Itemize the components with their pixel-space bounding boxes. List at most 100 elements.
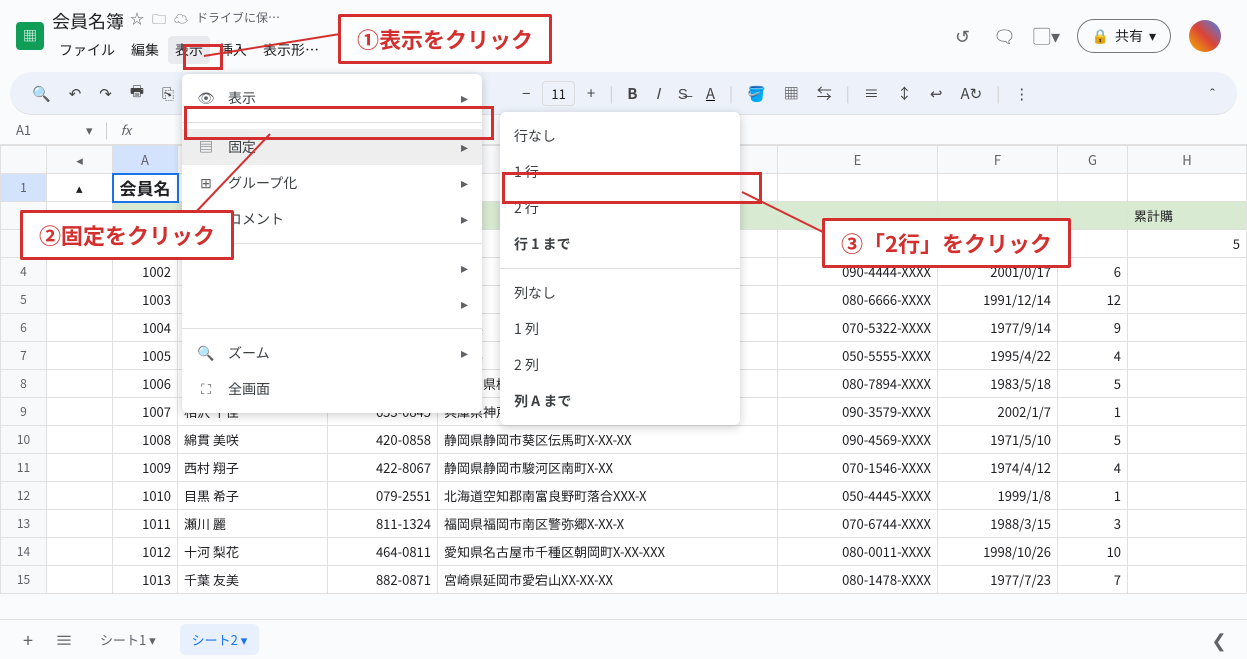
cell[interactable]: 5 (1058, 426, 1128, 454)
col-header[interactable]: A (113, 146, 178, 174)
col-header[interactable]: G (1058, 146, 1128, 174)
row-header[interactable]: 14 (1, 538, 47, 566)
row-header[interactable]: 7 (1, 342, 47, 370)
menu-hidden2[interactable]: ▸ (182, 286, 482, 322)
row-header[interactable]: 1 (1, 174, 47, 202)
fill-color-icon[interactable]: 🪣 (741, 79, 772, 108)
cell[interactable]: 1007 (113, 398, 178, 426)
cell[interactable]: 5 (1058, 370, 1128, 398)
freeze-no-cols[interactable]: 列なし (500, 275, 740, 311)
cell[interactable]: 1009 (113, 454, 178, 482)
plus-icon[interactable]: + (581, 79, 601, 108)
undo-icon[interactable]: ↶ (63, 79, 88, 108)
row-caret[interactable]: ▴ (47, 174, 113, 202)
cell[interactable]: 080-1478-XXXX (778, 566, 938, 594)
cell[interactable]: 070-6744-XXXX (778, 510, 938, 538)
row-header[interactable]: 15 (1, 566, 47, 594)
cell[interactable]: 050-5555-XXXX (778, 342, 938, 370)
menu-edit[interactable]: 編集 (124, 36, 166, 64)
all-sheets-icon[interactable]: ≡ (52, 628, 76, 652)
cell[interactable]: 7 (1058, 566, 1128, 594)
cell[interactable]: 1012 (113, 538, 178, 566)
explore-icon[interactable]: ❮ (1207, 628, 1231, 652)
sheet-tab[interactable]: シート2 ▾ (180, 624, 260, 655)
cell[interactable]: 1006 (113, 370, 178, 398)
cell[interactable]: 080-6666-XXXX (778, 286, 938, 314)
bold-icon[interactable]: B (621, 79, 643, 108)
cell[interactable]: 079-2551 (328, 482, 438, 510)
cell[interactable]: 1008 (113, 426, 178, 454)
cell[interactable]: 090-3579-XXXX (778, 398, 938, 426)
cell[interactable]: 1 (1058, 482, 1128, 510)
cell[interactable]: 1977/7/23 (938, 566, 1058, 594)
cell[interactable]: 1991/12/14 (938, 286, 1058, 314)
redo-icon[interactable]: ↷ (93, 79, 118, 108)
search-icon[interactable]: 🔍 (26, 79, 57, 108)
rotate-icon[interactable]: A↻ (954, 79, 988, 108)
cell[interactable]: 西村 翔子 (178, 454, 328, 482)
doc-title[interactable]: 会員名簿 (52, 8, 124, 34)
cell[interactable]: 9 (1058, 314, 1128, 342)
cell[interactable]: 080-7894-XXXX (778, 370, 938, 398)
cell[interactable]: 10 (1058, 538, 1128, 566)
cell[interactable]: 1 (1058, 398, 1128, 426)
cell[interactable]: 1002 (113, 258, 178, 286)
cell[interactable]: 愛知県名古屋市千種区朝岡町X-XX-XXX (438, 538, 778, 566)
cell[interactable]: 422-8067 (328, 454, 438, 482)
freeze-up-to-col[interactable]: 列 A まで (500, 383, 740, 419)
merge-icon[interactable]: ⇆ (811, 79, 838, 108)
col-header[interactable]: E (778, 146, 938, 174)
row-header[interactable]: 5 (1, 286, 47, 314)
cell[interactable]: 北海道空知郡南富良野町落合XXX-X (438, 482, 778, 510)
cell[interactable]: 5 (1128, 230, 1247, 258)
select-all[interactable] (1, 146, 47, 174)
move-icon[interactable]: 🗀 (152, 9, 166, 33)
italic-icon[interactable]: I (649, 79, 665, 108)
borders-icon[interactable]: ▦ (778, 79, 805, 108)
freeze-no-rows[interactable]: 行なし (500, 118, 740, 154)
cell[interactable]: 090-4569-XXXX (778, 426, 938, 454)
cell[interactable]: 目黒 希子 (178, 482, 328, 510)
col-caret[interactable]: ◂ (47, 146, 113, 174)
cell[interactable]: 811-1324 (328, 510, 438, 538)
row-header[interactable]: 10 (1, 426, 47, 454)
cell[interactable]: 070-5322-XXXX (778, 314, 938, 342)
row-header[interactable]: 6 (1, 314, 47, 342)
row-header[interactable]: 11 (1, 454, 47, 482)
name-box-chevron-icon[interactable]: ▾ (86, 120, 93, 139)
history-icon[interactable]: ↺ (951, 24, 975, 48)
cell[interactable]: 会員名 (113, 174, 178, 202)
valign-icon[interactable]: ↕ (891, 79, 918, 108)
menu-fullscreen[interactable]: ⛶全画面 (182, 371, 482, 407)
freeze-up-to-row[interactable]: 行 1 まで (500, 226, 740, 262)
row-header[interactable]: 13 (1, 510, 47, 538)
cell[interactable]: 累計購 (1128, 202, 1247, 230)
cell[interactable]: 4 (1058, 342, 1128, 370)
print-icon[interactable]: 🖶 (124, 76, 150, 110)
account-avatar[interactable] (1189, 20, 1221, 52)
cell[interactable]: 464-0811 (328, 538, 438, 566)
row-header[interactable]: 8 (1, 370, 47, 398)
menu-freeze[interactable]: ▤固定▸ (182, 129, 482, 165)
freeze-2-rows[interactable]: 2 行 (500, 190, 740, 226)
cell[interactable]: 1974/4/12 (938, 454, 1058, 482)
cloud-icon[interactable]: ☁ (174, 9, 188, 33)
cell[interactable]: 3 (1058, 510, 1128, 538)
name-box[interactable]: A1 (16, 120, 76, 139)
freeze-2-cols[interactable]: 2 列 (500, 347, 740, 383)
add-sheet-icon[interactable]: + (16, 628, 40, 652)
cell[interactable]: 1995/4/22 (938, 342, 1058, 370)
row-header[interactable]: 9 (1, 398, 47, 426)
menu-zoom[interactable]: 🔍ズーム▸ (182, 335, 482, 371)
cell[interactable]: 1971/5/10 (938, 426, 1058, 454)
menu-group[interactable]: ⊞グループ化▸ (182, 165, 482, 201)
cell[interactable]: 1003 (113, 286, 178, 314)
more-icon[interactable]: ⋮ (1008, 79, 1035, 108)
freeze-1-row[interactable]: 1 行 (500, 154, 740, 190)
paint-format-icon[interactable]: ⎘ (156, 79, 180, 108)
row-header[interactable]: 4 (1, 258, 47, 286)
menu-format[interactable]: 表示形… (256, 36, 326, 64)
cell[interactable]: 1983/5/18 (938, 370, 1058, 398)
row-header[interactable]: 12 (1, 482, 47, 510)
freeze-1-col[interactable]: 1 列 (500, 311, 740, 347)
